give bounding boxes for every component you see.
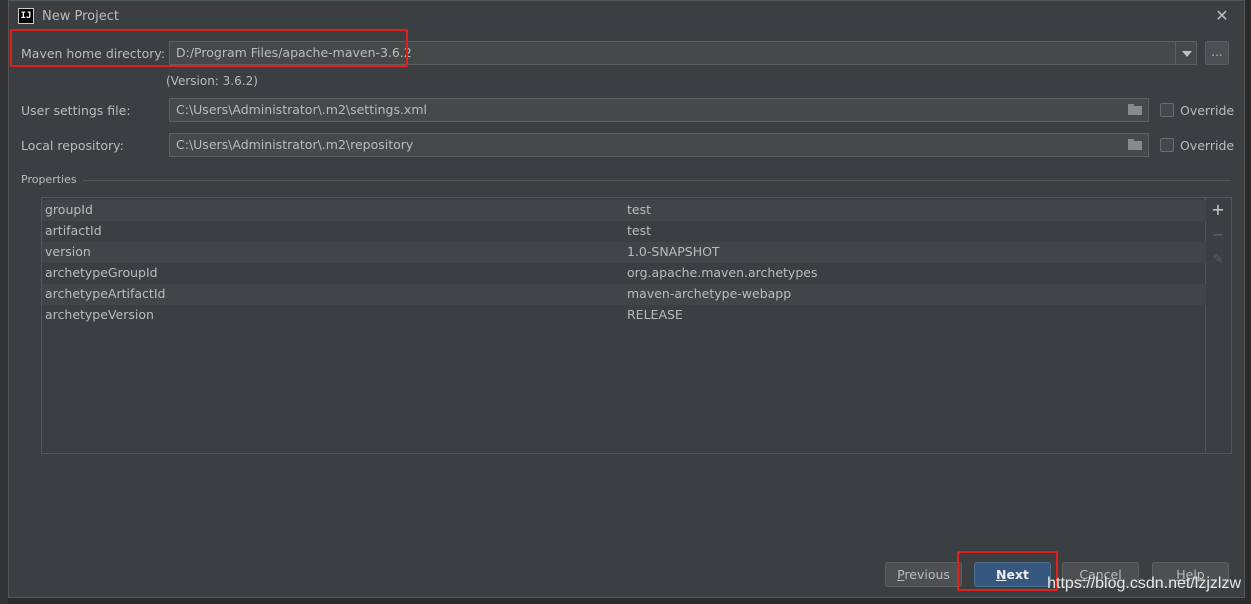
properties-toolbar: + − ✎ bbox=[1206, 197, 1232, 454]
previous-button[interactable]: Previous bbox=[885, 562, 962, 587]
background-editor-gutter bbox=[0, 0, 8, 604]
properties-section-title: Properties bbox=[21, 173, 77, 186]
add-icon[interactable]: + bbox=[1206, 200, 1230, 220]
local-repository-override-label: Override bbox=[1180, 138, 1235, 153]
property-value: 1.0-SNAPSHOT bbox=[627, 244, 720, 259]
chevron-down-icon[interactable] bbox=[1175, 41, 1197, 65]
browse-maven-home-button[interactable]: ... bbox=[1205, 41, 1229, 65]
property-key: archetypeVersion bbox=[45, 307, 154, 322]
close-icon[interactable]: ✕ bbox=[1212, 7, 1232, 27]
watermark-text: https://blog.csdn.net/lzjzlzw bbox=[1047, 575, 1241, 592]
user-settings-field[interactable]: C:\Users\Administrator\.m2\settings.xml bbox=[169, 98, 1149, 122]
local-repository-override-checkbox[interactable] bbox=[1160, 138, 1174, 152]
user-settings-value: C:\Users\Administrator\.m2\settings.xml bbox=[176, 102, 427, 117]
property-key: version bbox=[45, 244, 91, 259]
local-repository-label: Local repository: bbox=[21, 138, 124, 153]
maven-home-label: Maven home directory: bbox=[21, 46, 166, 61]
user-settings-override-checkbox[interactable] bbox=[1160, 103, 1174, 117]
property-key: archetypeArtifactId bbox=[45, 286, 166, 301]
previous-button-label: Previous bbox=[897, 567, 950, 582]
property-value: test bbox=[627, 223, 652, 238]
next-button-label: Next bbox=[996, 567, 1029, 582]
folder-icon[interactable] bbox=[1128, 139, 1142, 150]
user-settings-label: User settings file: bbox=[21, 103, 131, 118]
local-repository-field[interactable]: C:\Users\Administrator\.m2\repository bbox=[169, 133, 1149, 157]
next-button[interactable]: Next bbox=[974, 562, 1051, 587]
maven-version-note: (Version: 3.6.2) bbox=[166, 74, 258, 88]
property-value: test bbox=[627, 202, 652, 217]
folder-icon[interactable] bbox=[1128, 104, 1142, 115]
intellij-app-icon: IJ bbox=[18, 8, 34, 24]
property-value: RELEASE bbox=[627, 307, 683, 322]
table-row[interactable]: version 1.0-SNAPSHOT bbox=[42, 242, 1207, 263]
property-value: org.apache.maven.archetypes bbox=[627, 265, 818, 280]
properties-divider bbox=[83, 180, 1231, 181]
table-row[interactable]: archetypeGroupId org.apache.maven.archety… bbox=[42, 263, 1207, 284]
table-row[interactable]: artifactId test bbox=[42, 221, 1207, 242]
property-key: archetypeGroupId bbox=[45, 265, 158, 280]
edit-icon[interactable]: ✎ bbox=[1206, 250, 1230, 270]
title-bar: IJ New Project ✕ bbox=[9, 1, 1244, 31]
new-project-dialog: IJ New Project ✕ Maven home directory: D… bbox=[8, 0, 1245, 598]
table-row[interactable]: archetypeVersion RELEASE bbox=[42, 305, 1207, 326]
property-key: artifactId bbox=[45, 223, 102, 238]
user-settings-override-label: Override bbox=[1180, 103, 1235, 118]
property-value: maven-archetype-webapp bbox=[627, 286, 792, 301]
table-row[interactable]: groupId test bbox=[42, 200, 1207, 221]
table-row[interactable]: archetypeArtifactId maven-archetype-webap… bbox=[42, 284, 1207, 305]
maven-home-combo[interactable]: D:/Program Files/apache-maven-3.6.2 bbox=[169, 41, 1176, 65]
property-key: groupId bbox=[45, 202, 93, 217]
local-repository-value: C:\Users\Administrator\.m2\repository bbox=[176, 137, 414, 152]
remove-icon[interactable]: − bbox=[1206, 225, 1230, 245]
properties-table: groupId test artifactId test version 1.0-SNAP… bbox=[41, 197, 1207, 454]
dialog-title: New Project bbox=[42, 9, 119, 24]
